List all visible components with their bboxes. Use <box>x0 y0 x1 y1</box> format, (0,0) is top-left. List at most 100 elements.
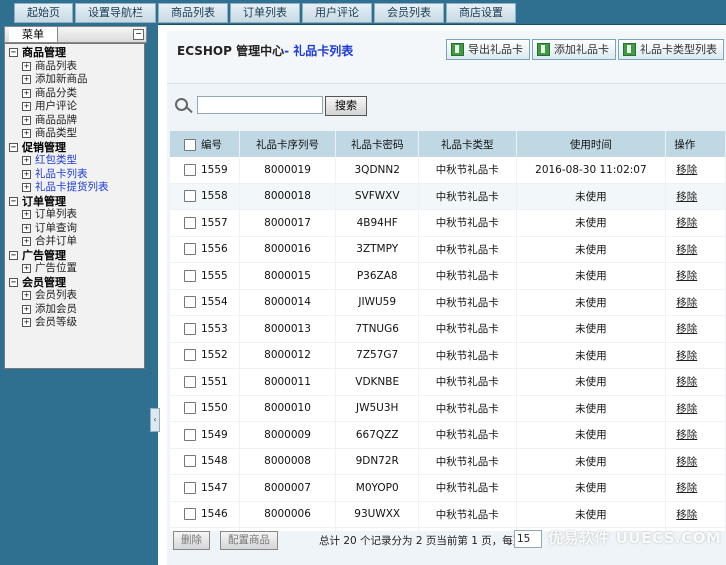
page-size-input[interactable]: 15 <box>514 530 542 548</box>
sidebar-group[interactable]: − 会员管理 <box>5 276 144 290</box>
row-serial: 8000016 <box>239 236 337 263</box>
table-row: 1549 8000009 667QZZ 中秋节礼品卡 未使用 移除 <box>170 421 726 449</box>
column-header-type[interactable]: 礼品卡类型 <box>418 131 517 157</box>
add-gift-card-button[interactable]: 添加礼品卡 <box>532 39 616 60</box>
collapse-group-icon[interactable]: − <box>9 48 18 58</box>
row-used-time: 未使用 <box>516 421 667 449</box>
row-operation-cell: 移除 <box>665 157 726 184</box>
remove-link[interactable]: 移除 <box>676 270 697 282</box>
row-checkbox[interactable] <box>184 243 196 256</box>
sidebar-item[interactable]: + 会员等级 <box>5 316 144 330</box>
sidebar-item[interactable]: + 添加新商品 <box>5 73 144 87</box>
sidebar-group[interactable]: − 订单管理 <box>5 195 144 209</box>
row-checkbox[interactable] <box>184 375 196 388</box>
remove-link[interactable]: 移除 <box>676 376 697 388</box>
row-operation-cell: 移除 <box>665 262 726 290</box>
sidebar-item[interactable]: + 商品列表 <box>5 60 144 74</box>
top-nav-tab[interactable]: 会员列表 <box>374 3 444 23</box>
row-checkbox[interactable] <box>184 428 196 441</box>
column-header-password[interactable]: 礼品卡密码 <box>335 131 420 157</box>
remove-link[interactable]: 移除 <box>676 350 697 362</box>
top-nav-tab[interactable]: 起始页 <box>14 3 73 23</box>
gift-card-type-list-label: 礼品卡类型列表 <box>640 43 717 56</box>
sidebar-item-label: 红包类型 <box>35 154 77 166</box>
remove-link[interactable]: 移除 <box>676 456 697 468</box>
top-nav-tab[interactable]: 用户评论 <box>302 3 372 23</box>
remove-link[interactable]: 移除 <box>676 297 697 309</box>
sidebar-item[interactable]: + 订单列表 <box>5 208 144 222</box>
table-row: 1551 8000011 VDKNBE 中秋节礼品卡 未使用 移除 <box>170 368 726 396</box>
row-checkbox[interactable] <box>184 402 196 415</box>
remove-link[interactable]: 移除 <box>676 164 697 176</box>
row-used-time: 未使用 <box>516 315 667 343</box>
sidebar-group[interactable]: − 广告管理 <box>5 249 144 263</box>
row-checkbox[interactable] <box>184 508 196 521</box>
top-nav-tab[interactable]: 订单列表 <box>230 3 300 23</box>
sidebar-group[interactable]: − 促销管理 <box>5 141 144 155</box>
row-checkbox[interactable] <box>184 455 196 468</box>
collapse-group-icon[interactable]: − <box>9 250 18 260</box>
menu-tab[interactable]: 菜单 <box>9 27 58 42</box>
search-button[interactable]: 搜索 <box>325 96 367 116</box>
sidebar-group-label: 促销管理 <box>22 140 66 154</box>
export-gift-card-button[interactable]: 导出礼品卡 <box>446 39 530 60</box>
column-header-serial[interactable]: 礼品卡序列号 <box>239 131 337 157</box>
top-nav-tab[interactable]: 设置导航栏 <box>75 3 156 23</box>
sidebar-item[interactable]: + 会员列表 <box>5 289 144 303</box>
sidebar-item[interactable]: + 红包类型 <box>5 154 144 168</box>
remove-link[interactable]: 移除 <box>676 191 697 203</box>
row-password: JW5U3H <box>335 395 420 422</box>
row-checkbox[interactable] <box>184 296 196 309</box>
search-input[interactable] <box>197 96 323 114</box>
sidebar-item[interactable]: + 订单查询 <box>5 222 144 236</box>
remove-link[interactable]: 移除 <box>676 482 697 494</box>
column-id-label: 编号 <box>201 138 222 151</box>
configure-goods-button[interactable]: 配置商品 <box>220 531 278 550</box>
menu-item-icon: + <box>22 237 31 247</box>
collapse-group-icon[interactable]: − <box>9 277 18 287</box>
sidebar-group[interactable]: − 商品管理 <box>5 46 144 60</box>
sidebar-item[interactable]: + 广告位置 <box>5 262 144 276</box>
sidebar-item[interactable]: + 合并订单 <box>5 235 144 249</box>
app-title: ECSHOP 管理中心 <box>177 44 285 58</box>
row-operation-cell: 移除 <box>665 315 726 343</box>
collapse-group-icon[interactable]: − <box>9 196 18 206</box>
sidebar-item[interactable]: + 礼品卡列表 <box>5 168 144 182</box>
gift-card-type-list-button[interactable]: 礼品卡类型列表 <box>618 39 724 60</box>
row-id: 1546 <box>201 508 228 521</box>
delete-button[interactable]: 删除 <box>173 531 210 550</box>
row-checkbox[interactable] <box>184 349 196 362</box>
row-checkbox[interactable] <box>184 481 196 494</box>
sidebar-item[interactable]: + 商品品牌 <box>5 114 144 128</box>
top-nav-tab[interactable]: 商品列表 <box>158 3 228 23</box>
row-checkbox[interactable] <box>184 190 196 203</box>
remove-link[interactable]: 移除 <box>676 217 697 229</box>
select-all-checkbox[interactable] <box>184 138 196 151</box>
sidebar-item[interactable]: + 礼品卡提货列表 <box>5 181 144 195</box>
remove-link[interactable]: 移除 <box>676 323 697 335</box>
collapse-group-icon[interactable]: − <box>9 142 18 152</box>
row-checkbox[interactable] <box>184 322 196 335</box>
row-serial: 8000017 <box>239 209 337 237</box>
row-checkbox[interactable] <box>184 163 196 176</box>
row-id: 1552 <box>201 349 228 362</box>
sidebar-item[interactable]: + 商品分类 <box>5 87 144 101</box>
row-id: 1548 <box>201 455 228 468</box>
remove-link[interactable]: 移除 <box>676 244 697 256</box>
remove-link[interactable]: 移除 <box>676 403 697 415</box>
table-row: 1552 8000012 7Z57G7 中秋节礼品卡 未使用 移除 <box>170 342 726 369</box>
row-password: VDKNBE <box>335 368 420 396</box>
sidebar-item[interactable]: + 商品类型 <box>5 127 144 141</box>
row-checkbox[interactable] <box>184 216 196 229</box>
sidebar-item[interactable]: + 用户评论 <box>5 100 144 114</box>
sidebar-toggle-handle[interactable]: ‹ <box>150 408 160 432</box>
main-content: ECSHOP 管理中心- 礼品卡列表 导出礼品卡 添加礼品卡 礼品卡类型列表 搜… <box>167 31 726 565</box>
top-nav-tab[interactable]: 商店设置 <box>446 3 516 23</box>
remove-link[interactable]: 移除 <box>676 429 697 441</box>
row-checkbox[interactable] <box>184 269 196 282</box>
collapse-menu-icon[interactable]: − <box>133 29 144 40</box>
remove-link[interactable]: 移除 <box>676 509 697 521</box>
column-header-used-time[interactable]: 使用时间 <box>516 131 667 157</box>
sidebar-item[interactable]: + 添加会员 <box>5 303 144 317</box>
page-subtitle[interactable]: - 礼品卡列表 <box>284 44 353 58</box>
